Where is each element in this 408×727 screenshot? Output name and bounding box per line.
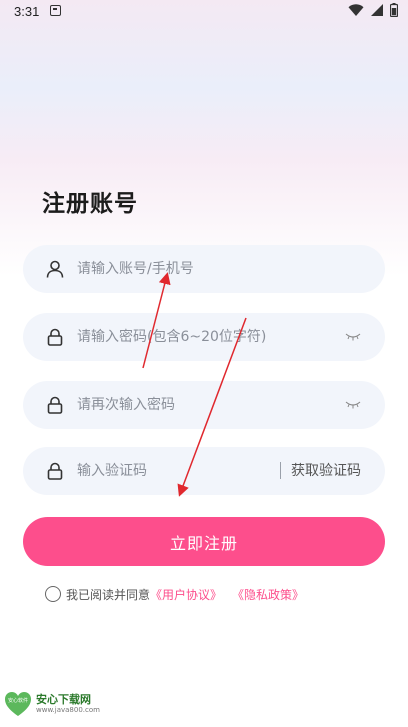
annotation-arrows bbox=[142, 272, 247, 497]
privacy-policy-link[interactable]: 《隐私政策》 bbox=[232, 586, 304, 603]
confirm-password-input[interactable] bbox=[77, 381, 307, 429]
agreement-text: 我已阅读并同意 bbox=[66, 587, 151, 602]
lock-icon bbox=[47, 328, 63, 346]
get-code-button[interactable]: 获取验证码 bbox=[291, 447, 361, 495]
watermark: 安心软件 安心下载网 www.java800.com bbox=[4, 690, 100, 718]
signal-icon bbox=[371, 4, 383, 16]
account-input[interactable] bbox=[77, 245, 307, 293]
watermark-title: 安心下载网 bbox=[36, 693, 91, 706]
confirm-password-field bbox=[23, 381, 385, 429]
watermark-url: www.java800.com bbox=[36, 706, 100, 714]
page-title: 注册账号 bbox=[42, 191, 138, 217]
wifi-icon bbox=[348, 4, 364, 16]
verification-code-input[interactable] bbox=[77, 447, 267, 495]
verification-code-field: 获取验证码 bbox=[23, 447, 385, 495]
password-field bbox=[23, 313, 385, 361]
watermark-logo: 安心软件 bbox=[4, 690, 32, 718]
battery-icon bbox=[390, 3, 398, 17]
notification-icon bbox=[50, 5, 61, 16]
user-icon bbox=[46, 260, 64, 278]
eye-closed-icon[interactable] bbox=[345, 400, 361, 410]
heart-logo-icon: 安心软件 bbox=[5, 692, 31, 716]
lock-icon bbox=[47, 462, 63, 480]
code-divider bbox=[280, 462, 281, 479]
agreement-row: 我已阅读并同意 《用户协议》 《隐私政策》 bbox=[45, 585, 304, 603]
status-bar: 3:31 bbox=[0, 0, 408, 24]
password-input[interactable] bbox=[77, 313, 307, 361]
status-time: 3:31 bbox=[14, 4, 40, 19]
agreement-checkbox[interactable] bbox=[45, 586, 61, 602]
register-button[interactable]: 立即注册 bbox=[23, 517, 385, 566]
watermark-logo-text: 安心软件 bbox=[8, 697, 28, 704]
user-agreement-link[interactable]: 《用户协议》 bbox=[150, 586, 222, 603]
account-field bbox=[23, 245, 385, 293]
lock-icon bbox=[47, 396, 63, 414]
eye-closed-icon[interactable] bbox=[345, 332, 361, 342]
status-icons bbox=[348, 3, 398, 17]
